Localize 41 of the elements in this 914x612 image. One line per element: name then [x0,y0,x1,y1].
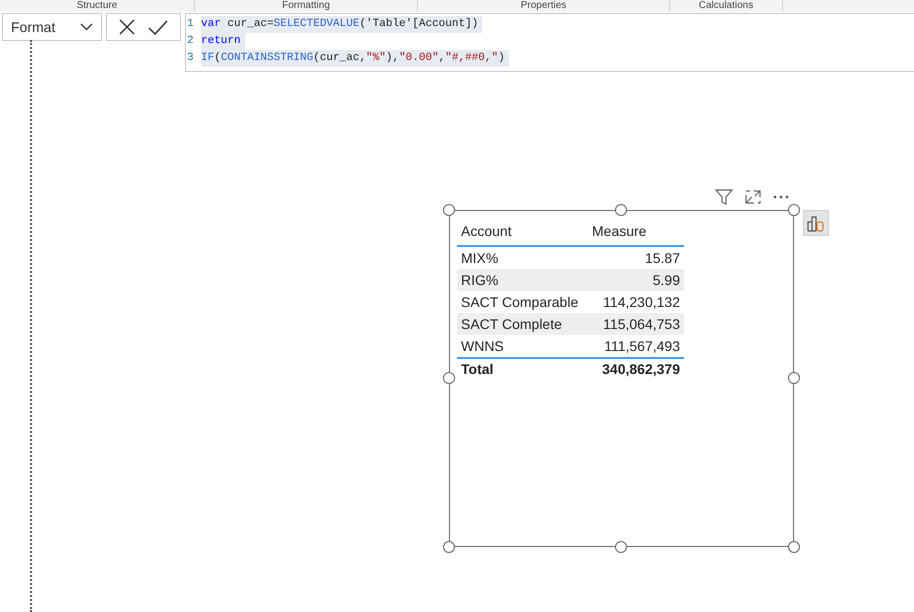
ribbon-group-label: Calculations [698,0,754,12]
resize-handle[interactable] [443,372,455,384]
resize-handle[interactable] [615,204,627,216]
table-cell-text: 111,567,493 [603,336,681,356]
column-header[interactable]: Account [457,220,588,242]
line-number: 3 [187,51,195,66]
resize-handle[interactable] [788,204,800,216]
chart-database-icon [807,214,825,232]
filter-icon[interactable] [715,189,733,205]
focus-mode-icon[interactable] [745,190,761,204]
ribbon-group-label: Formatting [282,0,330,12]
formula-editor[interactable]: 1 var cur_ac=SELECTEDVALUE('Table'[Account]) 2 return 3 IF(CONTAINSSTRING(cur_ac,"%"),"0.00","#,##0,") [185,13,914,72]
table-cell-text: 115,064,753 [602,314,681,334]
resize-handle[interactable] [443,541,455,553]
table-cell-text: 15.87 [644,248,681,268]
resize-handle[interactable] [788,541,800,553]
table-cell-text: SACT Comparable [460,292,580,312]
table-cell-text: WNNS [460,336,505,356]
resize-handle[interactable] [788,372,800,384]
total-value: 340,862,379 [601,360,681,378]
total-label: Total [460,360,494,378]
ribbon-group-label: Structure [76,0,118,12]
column-header[interactable]: Measure [588,220,684,242]
resize-handle[interactable] [443,204,455,216]
property-dropdown[interactable]: Format [2,13,102,41]
table-visual[interactable]: Account Measure MIX% 15.87 RIG% 5.99 SACT Comparable 114,230,132 SACT Complete 115,064,753 WNNS 111,567,493 Total 340,862,379 [449,210,794,547]
table-cell-text: 5.99 [652,270,681,290]
table-cell-text: 114,230,132 [602,292,681,312]
more-options-icon[interactable] [773,195,789,199]
line-number: 2 [187,34,195,49]
check-icon[interactable] [148,20,168,34]
table-cell-text: RIG% [460,270,500,290]
visual-format-button[interactable] [803,210,829,236]
table-cell-text: MIX% [460,248,500,268]
line-number: 1 [187,17,195,32]
resize-handle[interactable] [615,541,627,553]
ribbon-group-label: Properties [520,0,566,12]
cancel-icon[interactable] [119,19,136,35]
chevron-down-icon [80,23,93,31]
table-cell-text: SACT Complete [460,314,563,334]
dropdown-value: Format [11,18,56,36]
